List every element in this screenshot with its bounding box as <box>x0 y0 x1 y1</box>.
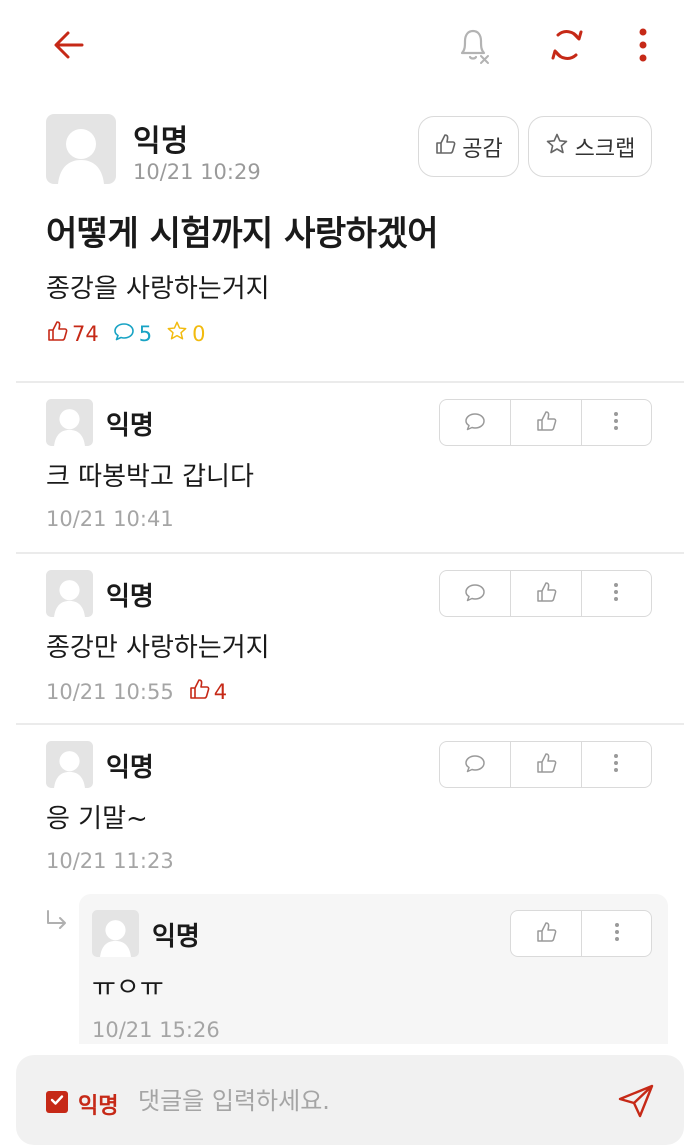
more-vertical-icon <box>613 753 619 777</box>
reply-time: 10/21 15:26 <box>92 1018 220 1042</box>
reply-button[interactable] <box>440 400 510 445</box>
comment-like-button[interactable] <box>510 742 580 787</box>
comment-actions <box>439 741 652 788</box>
comment-actions <box>439 399 652 446</box>
comment-meta: 10/21 10:41 <box>46 507 174 531</box>
avatar <box>46 570 93 617</box>
like-count: 74 <box>46 320 99 347</box>
scrap-count-value: 0 <box>192 321 206 346</box>
comment-meta: 10/21 11:23 <box>46 849 174 873</box>
check-icon <box>49 1092 65 1112</box>
star-icon <box>166 320 188 347</box>
scrap-button[interactable]: 스크랩 <box>528 116 652 177</box>
avatar <box>46 399 93 446</box>
post-time: 10/21 10:29 <box>133 160 261 184</box>
comment-item: 익명 크 따봉박고 갑니다 10/21 10:41 <box>46 399 652 531</box>
post-author: 익명 <box>133 124 189 159</box>
comment-like-button[interactable] <box>510 571 580 616</box>
more-vertical-icon[interactable] <box>620 22 666 68</box>
reply-button[interactable] <box>440 742 510 787</box>
more-vertical-icon <box>613 582 619 606</box>
comment-item: 익명 종강만 사랑하는거지 10/21 10:55 4 <box>46 570 652 704</box>
divider <box>16 723 684 725</box>
comment-more-button[interactable] <box>580 742 651 787</box>
comment-author: 익명 <box>106 411 154 441</box>
speech-bubble-icon <box>464 410 486 436</box>
thumbs-up-icon <box>535 410 557 436</box>
comment-actions <box>439 570 652 617</box>
speech-bubble-icon <box>113 320 135 347</box>
comment-text: 종강만 사랑하는거지 <box>46 633 270 663</box>
comment-author: 익명 <box>106 582 154 612</box>
reply-arrow-icon <box>44 908 70 938</box>
reply-meta: 10/21 15:26 <box>92 1018 220 1042</box>
refresh-icon[interactable] <box>544 22 590 68</box>
back-arrow-icon[interactable] <box>46 22 92 68</box>
reply-author: 익명 <box>152 922 200 952</box>
comment-meta: 10/21 10:55 4 <box>46 678 227 705</box>
post-body: 종강을 사랑하는거지 <box>46 274 270 304</box>
scrap-button-label: 스크랩 <box>574 136 636 162</box>
speech-bubble-icon <box>464 581 486 607</box>
comment-item: 익명 응 기말~ 10/21 11:23 <box>46 741 652 873</box>
comment-input[interactable] <box>138 1081 588 1121</box>
post: 익명 10/21 10:29 공감 스크랩 어떻게 시험까지 사랑하겠어 종강을… <box>46 114 652 346</box>
avatar <box>46 114 116 184</box>
notification-off-icon[interactable] <box>450 22 496 68</box>
comment-like-count: 4 <box>188 678 227 705</box>
reply-text: ㅠㅇㅠ <box>92 973 164 1003</box>
comment-author: 익명 <box>106 753 154 783</box>
divider <box>16 381 684 383</box>
comment-time: 10/21 11:23 <box>46 849 174 873</box>
more-vertical-icon <box>613 411 619 435</box>
comment-time: 10/21 10:41 <box>46 507 174 531</box>
thumbs-up-icon <box>535 921 557 947</box>
like-button[interactable]: 공감 <box>418 116 519 177</box>
comment-more-button[interactable] <box>580 571 651 616</box>
thumbs-up-icon <box>535 581 557 607</box>
like-count-value: 74 <box>72 321 99 346</box>
comment-like-button[interactable] <box>510 400 580 445</box>
avatar <box>92 910 139 957</box>
comment-count-value: 5 <box>138 321 153 346</box>
comment-count: 5 <box>113 320 152 347</box>
scrap-count: 0 <box>166 320 205 347</box>
speech-bubble-icon <box>464 752 486 778</box>
send-icon <box>617 1082 655 1124</box>
comment-more-button[interactable] <box>580 400 651 445</box>
divider <box>16 552 684 554</box>
anonymous-label[interactable]: 익명 <box>78 1088 118 1120</box>
thumbs-up-icon <box>535 752 557 778</box>
thumbs-up-icon <box>46 320 68 347</box>
like-button-label: 공감 <box>462 136 503 162</box>
comment-composer: 익명 <box>16 1055 684 1145</box>
comment-time: 10/21 10:55 <box>46 679 174 704</box>
send-button[interactable] <box>614 1081 658 1125</box>
thumbs-up-icon <box>188 678 210 705</box>
comment-text: 크 따봉박고 갑니다 <box>46 462 254 492</box>
more-vertical-icon <box>614 922 620 946</box>
reply-more-button[interactable] <box>581 911 651 956</box>
avatar <box>46 741 93 788</box>
post-title: 어떻게 시험까지 사랑하겠어 <box>46 214 439 254</box>
comment-text: 응 기말~ <box>46 804 148 834</box>
comment-like-count-value: 4 <box>213 679 228 704</box>
post-stats: 74 5 0 <box>46 320 219 347</box>
reply-button[interactable] <box>440 571 510 616</box>
reply-actions <box>510 910 652 957</box>
star-icon <box>545 132 569 162</box>
anonymous-checkbox[interactable] <box>46 1091 68 1113</box>
thumbs-up-icon <box>434 133 456 161</box>
reply-like-button[interactable] <box>511 911 581 956</box>
reply-item: 익명 ㅠㅇㅠ 10/21 15:26 <box>92 910 652 1042</box>
top-bar <box>0 0 697 90</box>
